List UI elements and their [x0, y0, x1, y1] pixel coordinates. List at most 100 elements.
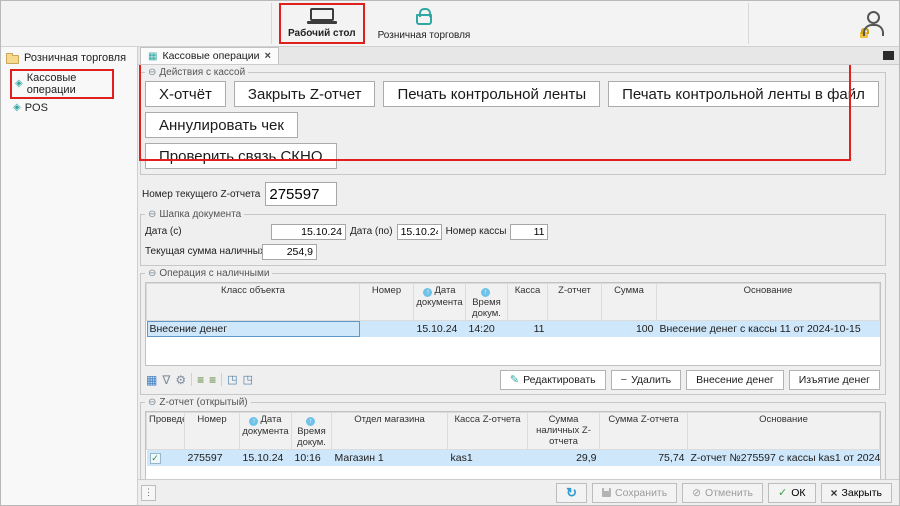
ok-button[interactable]: ✓ ОК	[768, 483, 816, 503]
cell-cash-sum[interactable]: 29,9	[528, 450, 600, 466]
table-row[interactable]: ✓ 275597 15.10.24 10:16 Магазин 1 kas1 2…	[147, 450, 880, 466]
cell-date[interactable]: 15.10.24	[414, 321, 466, 337]
tab-icon: ▦	[148, 51, 157, 62]
export-alt-icon[interactable]: ◳	[243, 373, 253, 387]
print-control-tape-button[interactable]: Печать контрольной ленты	[383, 81, 600, 107]
x-report-button[interactable]: X-отчёт	[145, 81, 226, 107]
save-button[interactable]: Сохранить	[592, 483, 677, 503]
cell-class[interactable]: Внесение денег	[147, 321, 360, 337]
cell-basis[interactable]: Внесение денег с кассы 11 от 2024-10-15	[657, 321, 880, 337]
column-header[interactable]: Сумма наличных Z-отчета	[528, 413, 600, 450]
cell-time[interactable]: 14:20	[466, 321, 508, 337]
group-title-text: Z-отчет (открытый)	[159, 397, 247, 408]
toolbar-separator	[191, 373, 192, 386]
collapse-icon[interactable]: ⊖	[148, 209, 156, 220]
date-to-input[interactable]	[397, 224, 442, 240]
collapse-icon[interactable]: ⊖	[148, 397, 156, 408]
group-title-text: Операция с наличными	[159, 268, 269, 279]
column-header[interactable]: Сумма Z-отчета	[600, 413, 688, 450]
cell-posted[interactable]: ✓	[147, 450, 185, 466]
cash-withdrawal-button[interactable]: Изъятие денег	[789, 370, 880, 390]
cell-number[interactable]	[360, 321, 414, 337]
export-icon[interactable]: ◳	[227, 373, 237, 387]
table-row[interactable]: Внесение денег 15.10.24 14:20 11 100 Вне…	[147, 321, 880, 337]
tab-cash-operations[interactable]: ▦ Кассовые операции ×	[140, 47, 279, 64]
shopping-bag-icon	[416, 14, 432, 25]
gear-icon[interactable]: ⚙	[175, 373, 186, 387]
column-label: Проведен	[149, 414, 185, 425]
refresh-button[interactable]: ↻	[556, 483, 587, 503]
cell-date[interactable]: 15.10.24	[240, 450, 292, 466]
column-label: Z-отчет	[558, 285, 591, 296]
sort-asc-icon: ↑	[249, 417, 258, 426]
cell-zreport[interactable]	[548, 321, 602, 337]
cash-ops-table-box: Класс объекта Номер ↑Дата документа ↑Вре…	[145, 282, 881, 366]
save-icon	[602, 488, 611, 497]
grid-icon[interactable]: ▦	[146, 373, 157, 387]
list-expand-icon[interactable]: ≡	[209, 373, 216, 387]
edit-button[interactable]: ✎ Редактировать	[500, 370, 606, 390]
actions-group: ⊖ Действия с кассой X-отчёт Закрыть Z-от…	[140, 72, 886, 175]
checkbox-checked-icon[interactable]: ✓	[150, 453, 161, 464]
cell-zsum[interactable]: 75,74	[600, 450, 688, 466]
cancel-button[interactable]: ⊘ Отменить	[682, 483, 763, 503]
doc-header-row-2: Текущая сумма наличных в кассе	[145, 243, 881, 260]
collapse-icon[interactable]: ⊖	[148, 268, 156, 279]
status-bar: ⋮ ↻ Сохранить ⊘ Отменить ✓ ОК	[138, 479, 899, 505]
cell-basis[interactable]: Z-отчет №275597 с кассы kas1 от 2024-10-…	[688, 450, 880, 466]
column-header[interactable]: Отдел магазина	[332, 413, 448, 450]
current-z-number-input[interactable]	[265, 182, 337, 206]
cell-kassa[interactable]: 11	[508, 321, 548, 337]
column-label: Класс объекта	[221, 285, 285, 296]
print-control-tape-to-file-button[interactable]: Печать контрольной ленты в файл	[608, 81, 879, 107]
column-label: Основание	[759, 414, 808, 425]
close-button[interactable]: × Закрыть	[821, 483, 892, 503]
sidebar-item-cash-operations[interactable]: ◈ Кассовые операции	[10, 69, 114, 99]
cell-number[interactable]: 275597	[185, 450, 240, 466]
desktop-button-label: Рабочий стол	[288, 28, 356, 39]
column-header[interactable]: Касса Z-отчета	[448, 413, 528, 450]
window-control-icon[interactable]	[883, 51, 894, 60]
current-cash-sum-input[interactable]	[262, 244, 317, 260]
check-skno-connection-button[interactable]: Проверить связь СКНО	[145, 143, 337, 169]
group-title-text: Шапка документа	[159, 209, 241, 220]
column-header[interactable]: ↑Время докум.	[466, 284, 508, 321]
column-header[interactable]: ↑Дата документа	[414, 284, 466, 321]
column-header[interactable]: Касса	[508, 284, 548, 321]
tab-close-icon[interactable]: ×	[265, 50, 271, 62]
retail-trade-button[interactable]: Розничная торговля	[371, 3, 478, 44]
column-header[interactable]: Номер	[360, 284, 414, 321]
column-header[interactable]: Класс объекта	[147, 284, 360, 321]
column-header[interactable]: Основание	[657, 284, 880, 321]
cancel-receipt-button[interactable]: Аннулировать чек	[145, 112, 298, 138]
cell-kassa[interactable]: kas1	[448, 450, 528, 466]
column-header[interactable]: Z-отчет	[548, 284, 602, 321]
filter-icon[interactable]: ∇	[162, 373, 170, 387]
cell-store[interactable]: Магазин 1	[332, 450, 448, 466]
doc-header-row-1: Дата (с) Дата (по) Номер кассы	[145, 223, 881, 240]
column-header[interactable]: Проведен	[147, 413, 185, 450]
close-icon: ×	[831, 486, 838, 500]
zreport-group: ⊖ Z-отчет (открытый) Проведен Номер	[140, 402, 886, 479]
date-from-label: Дата (с)	[145, 226, 267, 237]
close-z-report-button[interactable]: Закрыть Z-отчет	[234, 81, 376, 107]
list-collapse-icon[interactable]: ≡	[197, 373, 204, 387]
kassa-number-input[interactable]	[510, 224, 548, 240]
collapse-icon[interactable]: ⊖	[148, 67, 156, 78]
user-button[interactable]	[861, 11, 885, 42]
column-header[interactable]: ↑Дата документа	[240, 413, 292, 450]
column-header[interactable]: Основание	[688, 413, 880, 450]
column-header[interactable]: Сумма	[602, 284, 657, 321]
delete-button[interactable]: − Удалить	[611, 370, 682, 390]
group-title-zreport: ⊖ Z-отчет (открытый)	[145, 397, 251, 408]
column-label: Касса Z-отчета	[454, 414, 520, 425]
column-header[interactable]: ↑Время докум.	[292, 413, 332, 450]
date-from-input[interactable]	[271, 224, 346, 240]
sidebar-item-pos[interactable]: ◈ POS	[10, 101, 137, 115]
splitter-handle[interactable]: ⋮	[141, 485, 156, 501]
desktop-button[interactable]: Рабочий стол	[279, 3, 365, 44]
column-header[interactable]: Номер	[185, 413, 240, 450]
cell-sum[interactable]: 100	[602, 321, 657, 337]
cell-time[interactable]: 10:16	[292, 450, 332, 466]
cash-deposit-button[interactable]: Внесение денег	[686, 370, 784, 390]
